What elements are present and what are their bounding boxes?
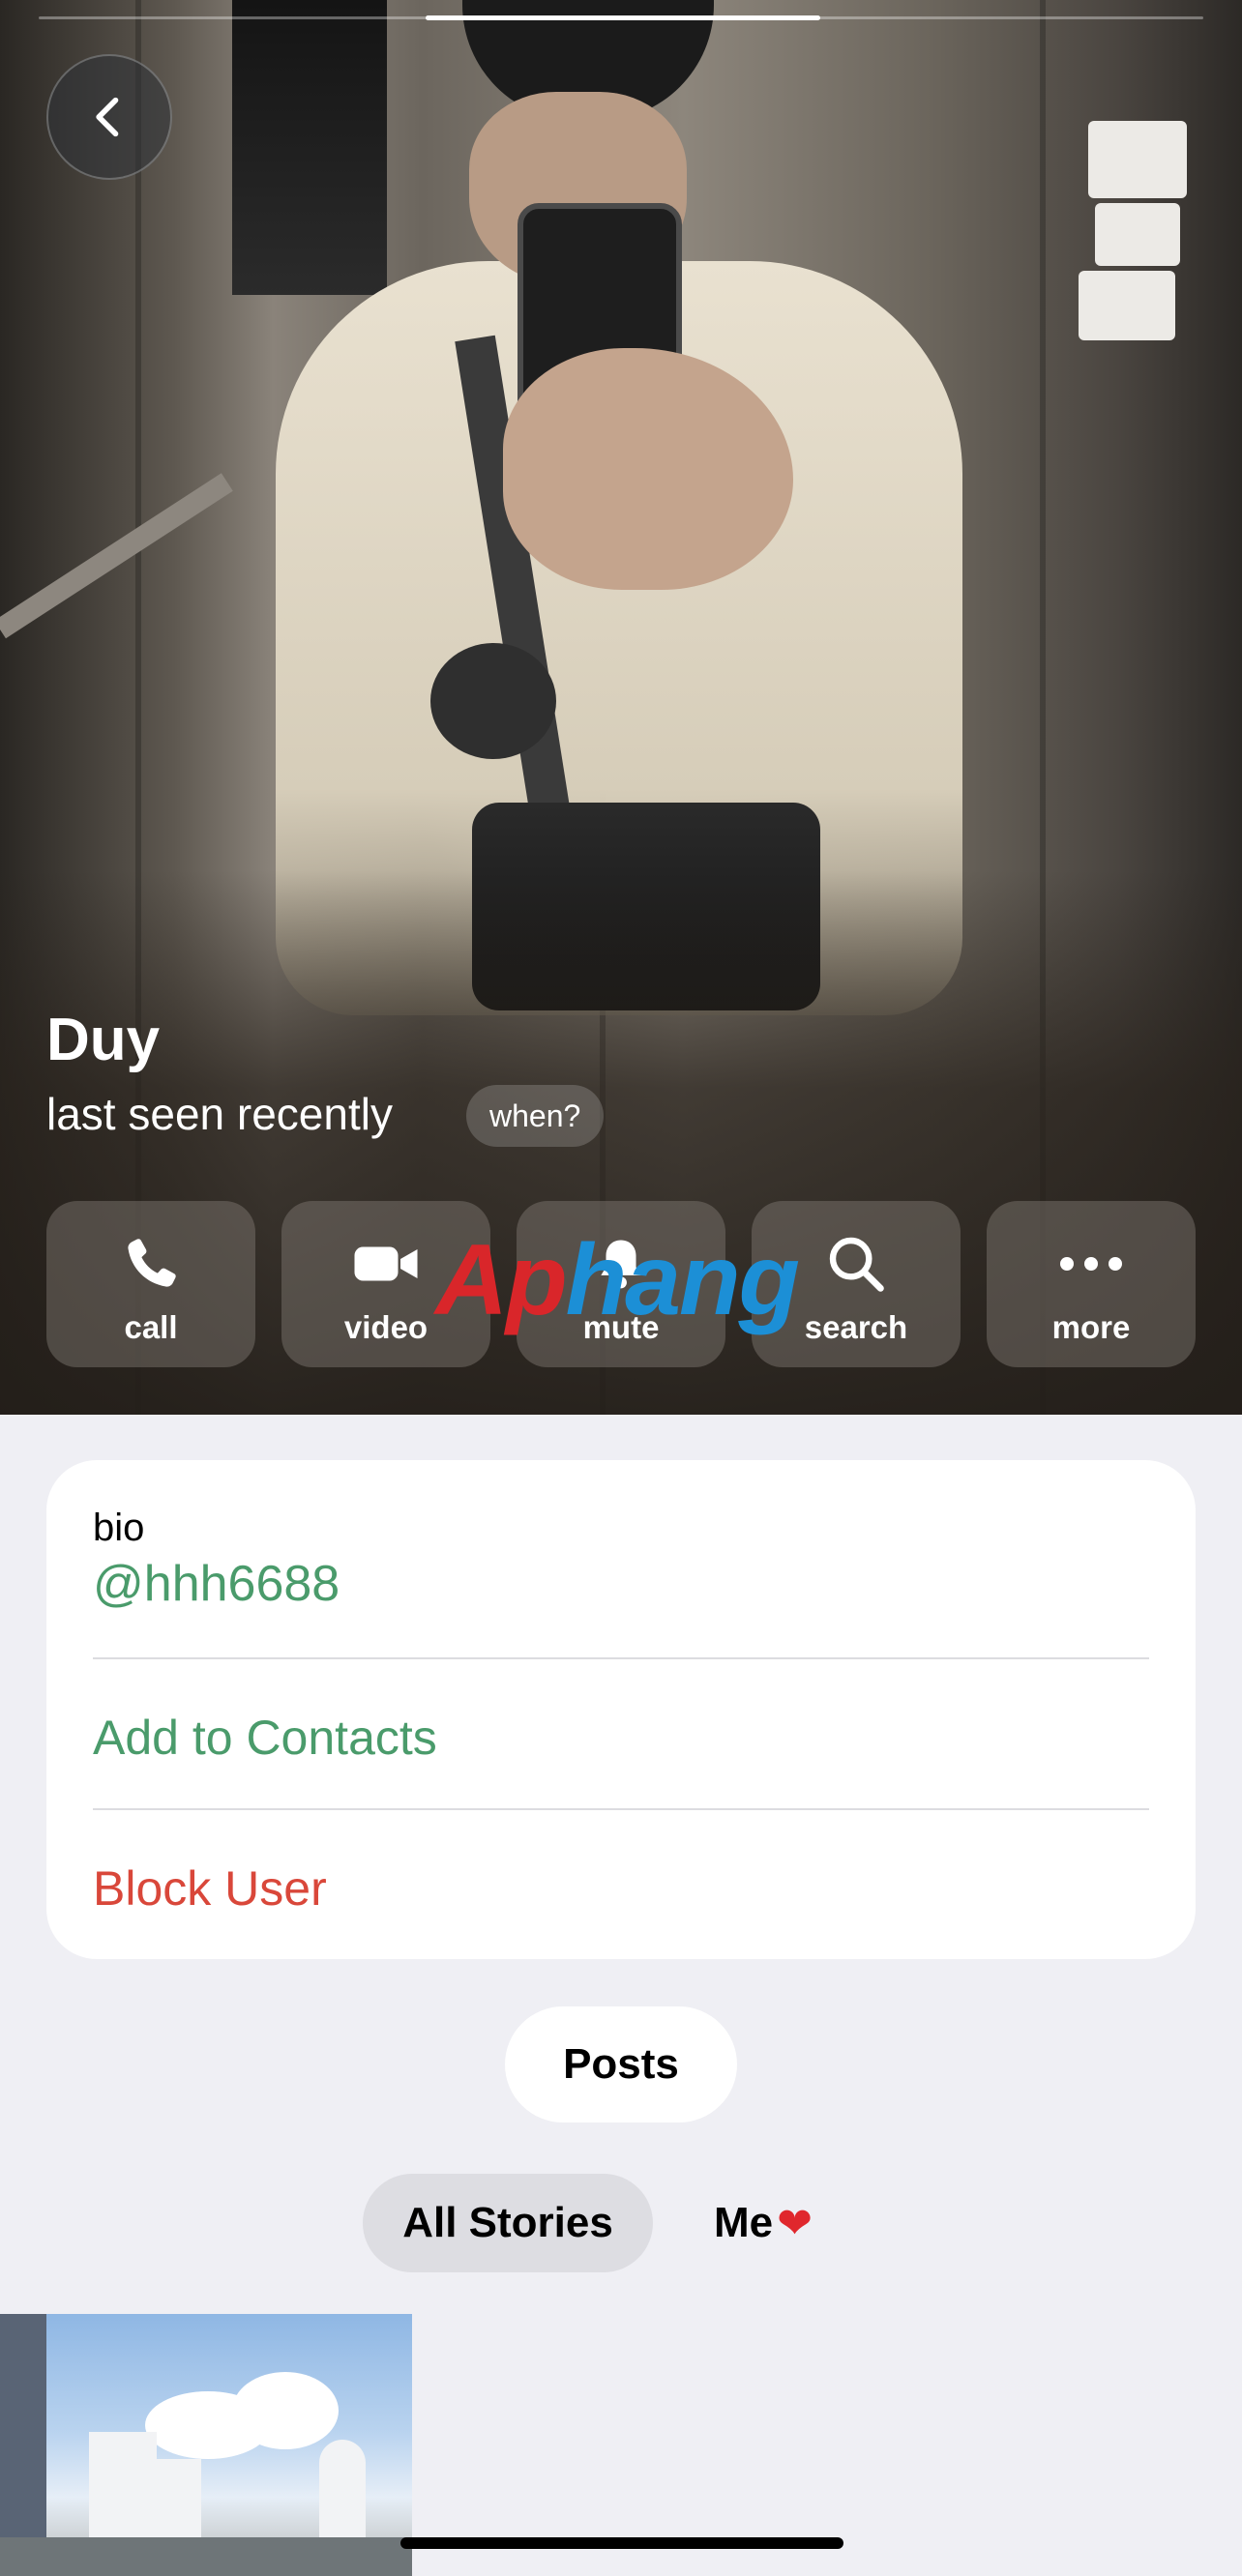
- more-button[interactable]: more: [987, 1201, 1196, 1367]
- divider: [93, 1657, 1149, 1659]
- bio-label: bio: [93, 1507, 145, 1549]
- photo-page-indicator: [426, 15, 820, 20]
- chevron-left-icon: [96, 97, 119, 137]
- home-indicator[interactable]: [400, 2537, 843, 2549]
- more-label: more: [1051, 1309, 1131, 1345]
- elevator-dark-panel: [232, 0, 387, 295]
- username-link[interactable]: @hhh6688: [93, 1555, 340, 1613]
- phone-icon: [117, 1230, 185, 1298]
- elevator-handrail: [0, 473, 233, 639]
- elevator-sign: [1088, 121, 1187, 198]
- story-tabs: All Stories Me ❤: [0, 2174, 1242, 2272]
- tab-all-stories[interactable]: All Stories: [363, 2174, 653, 2272]
- elevator-sign: [1095, 203, 1180, 266]
- heart-icon: ❤: [777, 2199, 813, 2247]
- video-label: video: [343, 1309, 429, 1345]
- elevator-sign: [1079, 271, 1175, 340]
- info-card: bio @hhh6688 Add to Contacts Block User: [46, 1460, 1196, 1959]
- add-to-contacts-button[interactable]: Add to Contacts: [93, 1710, 437, 1766]
- when-button[interactable]: when?: [466, 1085, 605, 1147]
- profile-name: Duy: [46, 1007, 161, 1073]
- cloud: [232, 2372, 339, 2449]
- back-button[interactable]: [46, 54, 172, 180]
- street: [0, 2537, 412, 2576]
- video-camera-icon: [352, 1230, 420, 1298]
- tab-me[interactable]: Me ❤: [714, 2174, 813, 2272]
- divider: [93, 1808, 1149, 1810]
- story-thumbnail[interactable]: [0, 2314, 412, 2576]
- more-dots-icon: [1057, 1230, 1125, 1298]
- call-button[interactable]: call: [46, 1201, 255, 1367]
- tab-me-label: Me: [714, 2199, 774, 2246]
- search-label: search: [804, 1309, 908, 1345]
- watermark-logo: Aphang: [435, 1224, 800, 1336]
- last-seen-status: last seen recently: [46, 1089, 393, 1139]
- call-label: call: [124, 1309, 178, 1345]
- bag-pouch: [430, 643, 556, 759]
- posts-button[interactable]: Posts: [505, 2006, 737, 2122]
- block-user-button[interactable]: Block User: [93, 1860, 327, 1917]
- search-icon: [822, 1230, 890, 1298]
